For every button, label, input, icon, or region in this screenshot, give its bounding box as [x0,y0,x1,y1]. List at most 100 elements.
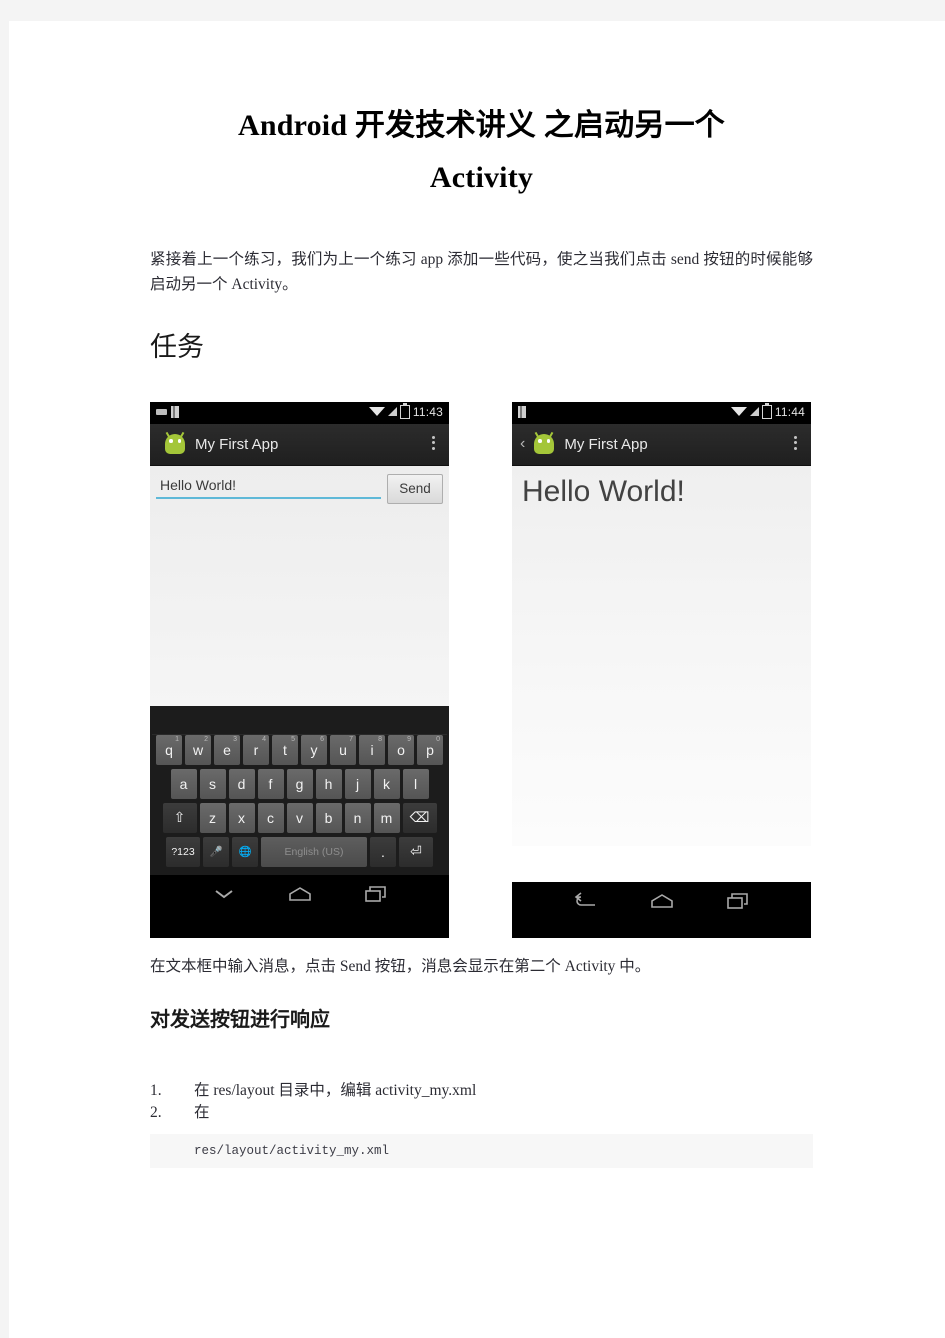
key-hint: 0 [436,735,440,743]
key-hint: 4 [262,735,266,743]
key-c[interactable]: c [257,802,284,833]
key-y[interactable]: 6y [301,734,327,765]
sim-card-icon [171,405,179,418]
key-label: o [397,741,405,758]
phone-b-action-bar: ‹ My First App [512,423,811,466]
shift-key[interactable]: ⇧ [162,802,197,833]
signal-icon [387,407,397,417]
key-hint: 5 [291,735,295,743]
wifi-icon [368,407,385,417]
list-item-number: 1. [150,1081,162,1099]
key-hint: 3 [233,735,237,743]
recent-apps-icon[interactable] [364,885,388,908]
key-x[interactable]: x [228,802,255,833]
phone-b-nav-bar [512,881,811,925]
microphone-icon[interactable]: 🎤 [203,836,229,867]
sim-card-icon [518,405,526,418]
wifi-icon [730,407,747,417]
symbols-key[interactable]: ?123 [166,836,200,867]
key-l[interactable]: l [402,768,429,799]
key-b[interactable]: b [315,802,342,833]
signal-icon [749,407,759,417]
phone-a-action-bar: My First App [150,423,449,466]
phone-a-content: Hello World! Send [150,465,449,706]
key-m[interactable]: m [373,802,400,833]
document-page: Android 开发技术讲义 之启动另一个 Activity 紧接着上一个练习，… [9,21,945,1338]
key-label: e [223,741,231,758]
key-n[interactable]: n [344,802,371,833]
hide-keyboard-icon[interactable] [212,886,236,907]
overflow-menu-icon[interactable] [432,435,435,450]
key-g[interactable]: g [286,768,313,799]
section-heading-task: 任务 [150,332,204,363]
key-hint: 1 [175,735,179,743]
key-label: y [310,741,318,758]
home-icon[interactable] [649,893,675,914]
keyboard-row-1: 1q 2w 3e 4r 5t 6y 7u 8i 9o 0p [152,734,447,765]
key-p[interactable]: 0p [417,734,443,765]
key-s[interactable]: s [199,768,226,799]
key-t[interactable]: 5t [272,734,298,765]
key-hint: 7 [349,735,353,743]
send-button[interactable]: Send [387,473,443,504]
key-r[interactable]: 4r [243,734,269,765]
key-hint: 2 [204,735,208,743]
space-key[interactable]: English (US) [261,836,367,867]
backspace-key[interactable]: ⌫ [402,802,437,833]
steps-list: 1. 在 res/layout 目录中，编辑 activity_my.xml 2… [150,1080,813,1124]
keyboard-row-4: ?123 🎤 🌐 English (US) . ⏎ [152,836,447,867]
period-key[interactable]: . [370,836,396,867]
key-e[interactable]: 3e [214,734,240,765]
battery-icon [399,402,410,419]
back-icon[interactable] [573,892,599,915]
key-q[interactable]: 1q [156,734,182,765]
key-hint: 6 [320,735,324,743]
page-title-line2: Activity [429,160,534,194]
key-f[interactable]: f [257,768,284,799]
key-a[interactable]: a [170,768,197,799]
key-hint: 8 [378,735,382,743]
home-icon[interactable] [287,886,313,907]
phone-b-spacer [512,845,811,882]
recent-apps-icon[interactable] [726,892,750,915]
figure-phone-screenshots: 11:43 My First App Hello World! Send 1 q… [150,401,813,938]
list-item-text: 在 res/layout 目录中，编辑 activity_my.xml [194,1081,477,1099]
list-item: 2. 在 [150,1102,813,1124]
intro-paragraph: 紧接着上一个练习，我们为上一个练习 app 添加一些代码，使之当我们点击 sen… [150,251,813,294]
key-label: q [165,741,173,758]
page-title-line1: Android 开发技术讲义 之启动另一个 [237,109,726,142]
figure-caption: 在文本框中输入消息，点击 Send 按钮，消息会显示在第二个 Activity … [150,957,651,975]
app-title: My First App [195,435,279,453]
keyboard-suggestion-strip [152,712,447,735]
page-title: Android 开发技术讲义 之启动另一个 Activity [150,100,813,203]
soft-keyboard: 1q 2w 3e 4r 5t 6y 7u 8i 9o 0p a s d f g … [150,705,449,875]
message-edit-text[interactable]: Hello World! [156,474,381,499]
key-u[interactable]: 7u [330,734,356,765]
usb-debug-icon [156,408,167,415]
key-d[interactable]: d [228,768,255,799]
key-j[interactable]: j [344,768,371,799]
key-i[interactable]: 8i [359,734,385,765]
key-o[interactable]: 9o [388,734,414,765]
overflow-menu-icon[interactable] [794,435,797,450]
key-k[interactable]: k [373,768,400,799]
key-h[interactable]: h [315,768,342,799]
phone-a-status-bar: 11:43 [150,401,449,424]
battery-icon [761,402,772,419]
keyboard-row-3: ⇧ z x c v b n m ⌫ [152,802,447,833]
section-heading-respond: 对发送按钮进行响应 [150,1008,330,1031]
key-label: w [192,741,204,758]
key-v[interactable]: v [286,802,313,833]
key-w[interactable]: 2w [185,734,211,765]
up-chevron-icon[interactable]: ‹ [520,436,525,452]
android-robot-icon [533,432,555,455]
status-bar-clock: 11:44 [774,404,805,419]
key-z[interactable]: z [199,802,226,833]
page-gutter-top [0,0,945,21]
globe-icon[interactable]: 🌐 [232,836,258,867]
code-block-path: res/layout/activity_my.xml [150,1133,813,1169]
status-bar-clock: 11:43 [412,404,443,419]
android-robot-icon [164,432,186,455]
page-gutter-left [0,0,9,1338]
enter-key[interactable]: ⏎ [399,836,433,867]
